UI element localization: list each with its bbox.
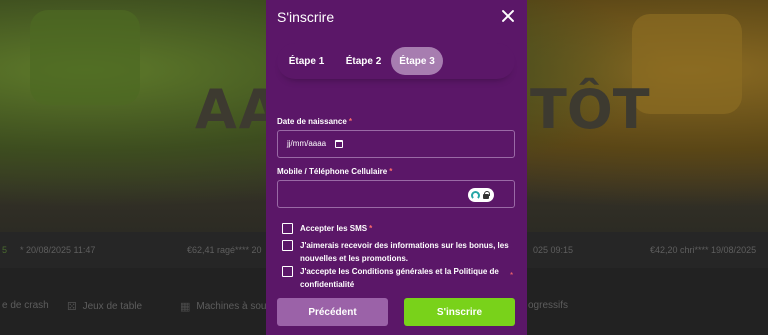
tab-step-1[interactable]: Étape 1 — [278, 47, 335, 75]
nav-item-label: Jeux de table — [82, 301, 143, 312]
nav-item-label: Machines à sou — [196, 301, 267, 312]
promo-consent-label: J'aimerais recevoir des informations sur… — [300, 241, 509, 263]
slots-icon: ▦ — [180, 301, 191, 313]
required-mark: * — [389, 167, 393, 176]
ticker-item: €62,41 ragé**** 20 — [187, 245, 262, 255]
sms-consent-label: Accepter les SMS * — [300, 222, 372, 235]
required-mark: * — [510, 271, 514, 280]
registration-modal: S'inscrire Étape 1 Étape 2 Étape 3 Date … — [266, 0, 527, 335]
lock-icon — [483, 191, 490, 199]
mask-idol-image-left — [30, 10, 140, 105]
nav-item-progressive[interactable]: ogressifs — [528, 300, 568, 311]
nav-item-crash[interactable]: e de crash — [2, 300, 49, 311]
required-mark: * — [369, 224, 373, 233]
nav-item-label: e de crash — [2, 300, 49, 311]
terms-consent-label: J'accepte les Conditions générales et la… — [300, 267, 499, 289]
register-button[interactable]: S'inscrire — [404, 298, 515, 326]
table-games-icon: ⚄ — [67, 301, 77, 313]
banner-headline-right: TÔT — [530, 78, 650, 141]
nav-item-table-games[interactable]: ⚄ Jeux de table — [67, 300, 142, 313]
password-manager-arc — [471, 191, 480, 200]
phone-label-text: Mobile / Téléphone Cellulaire — [277, 167, 388, 176]
birthdate-input[interactable]: jj/mm/aaaa — [277, 130, 515, 158]
sms-consent-checkbox[interactable] — [282, 223, 293, 234]
ticker-item: * 20/08/2025 11:47 — [20, 245, 96, 255]
ticker-item: 5 — [2, 245, 8, 255]
sms-consent-row: Accepter les SMS * — [282, 222, 372, 235]
ticker-item: 025 09:15 — [533, 245, 574, 255]
calendar-icon[interactable] — [335, 140, 343, 148]
nav-item-label: ogressifs — [528, 300, 569, 311]
phone-label: Mobile / Téléphone Cellulaire * — [277, 167, 392, 176]
promo-consent-row: J'aimerais recevoir des informations sur… — [282, 239, 515, 265]
tab-step-3[interactable]: Étape 3 — [391, 47, 443, 75]
phone-input[interactable] — [277, 180, 515, 208]
tab-step-2[interactable]: Étape 2 — [336, 47, 391, 75]
sms-consent-text: Accepter les SMS — [300, 224, 368, 233]
step-tabs: Étape 1 Étape 2 Étape 3 — [277, 43, 515, 79]
terms-consent-checkbox[interactable] — [282, 266, 293, 277]
terms-consent-row: J'accepte les Conditions générales et la… — [282, 265, 510, 291]
ticker-item: €42,20 chri**** 19/08/2025 — [650, 245, 757, 255]
promo-consent-checkbox[interactable] — [282, 240, 293, 251]
birthdate-placeholder: jj/mm/aaaa — [287, 139, 327, 148]
password-manager-icon[interactable] — [468, 188, 494, 202]
required-mark: * — [348, 117, 352, 126]
nav-item-slots[interactable]: ▦ Machines à sou — [180, 300, 266, 313]
modal-title: S'inscrire — [277, 9, 335, 25]
previous-button[interactable]: Précédent — [277, 298, 388, 326]
birthdate-label-text: Date de naissance — [277, 117, 347, 126]
close-icon[interactable] — [499, 7, 517, 25]
birthdate-label: Date de naissance * — [277, 117, 352, 126]
